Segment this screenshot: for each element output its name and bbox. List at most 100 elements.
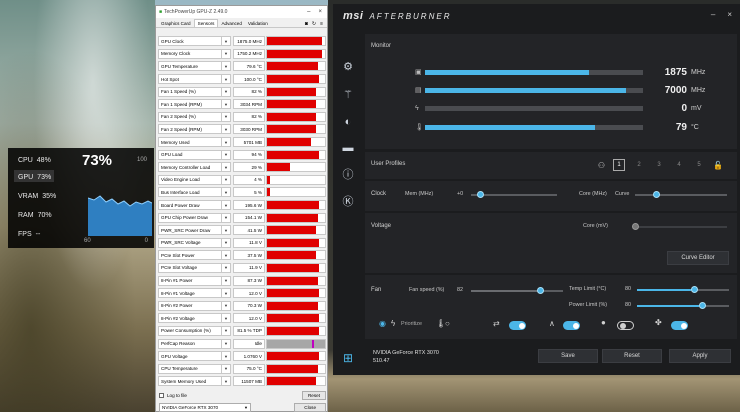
profile-4[interactable]: 4 (673, 159, 685, 171)
monitor-bar (425, 105, 643, 111)
chevron-down-icon[interactable]: ▼ (222, 300, 231, 311)
core-clock-knob[interactable] (653, 191, 660, 198)
close-icon[interactable]: × (727, 10, 732, 19)
power-limit-slider[interactable] (637, 302, 729, 309)
chevron-down-icon[interactable]: ▼ (222, 237, 231, 248)
chevron-down-icon[interactable]: ▼ (222, 137, 231, 148)
minimize-icon[interactable]: – (307, 9, 310, 15)
chevron-down-icon[interactable]: ▼ (222, 288, 231, 299)
chevron-down-icon[interactable]: ▼ (222, 36, 231, 47)
monitor-icon[interactable]: ▬ (340, 140, 356, 156)
profile-1[interactable]: 1 (613, 159, 626, 171)
chevron-down-icon[interactable]: ▼ (222, 124, 231, 135)
chevron-down-icon[interactable]: ▼ (222, 376, 231, 387)
chevron-down-icon[interactable]: ▼ (222, 262, 231, 273)
sensor-graph (266, 137, 326, 148)
gpuz-reset-button[interactable]: Reset (301, 390, 326, 400)
fan-speed-slider[interactable] (471, 287, 563, 294)
monitor-value: 7000 (664, 84, 687, 96)
chevron-down-icon[interactable]: ▼ (222, 74, 231, 85)
profile-3[interactable]: 3 (653, 159, 665, 171)
chevron-down-icon[interactable]: ▼ (222, 338, 231, 349)
curve-editor-button[interactable]: Curve Editor (667, 251, 729, 265)
kombustor-icon[interactable]: Ⓚ (340, 193, 356, 209)
core-voltage-knob[interactable] (632, 223, 639, 230)
oc-scanner-icon[interactable]: ◐ (340, 114, 356, 130)
radio-selected-icon[interactable]: ◉ (379, 319, 386, 328)
temp-limit-knob[interactable] (691, 286, 698, 293)
sensor-value: 3034 RPM (233, 99, 265, 110)
mem-clock-slider[interactable] (471, 191, 557, 198)
lock-icon[interactable]: 🔓 (713, 161, 723, 170)
chevron-down-icon[interactable]: ▼ (222, 187, 231, 198)
chevron-down-icon[interactable]: ▼ (222, 86, 231, 97)
chevron-down-icon[interactable]: ▼ (222, 325, 231, 336)
info-icon[interactable]: ⓘ (340, 166, 356, 182)
chevron-down-icon[interactable]: ▼ (222, 275, 231, 286)
clock-panel: Clock Mem (MHz) +0 Core (MHz) Curve (365, 181, 737, 211)
fan-icon: ✤ (655, 318, 662, 327)
core-voltage-slider[interactable] (632, 223, 727, 230)
user-profiles-title: User Profiles (371, 161, 406, 167)
radio-unselected-icon[interactable]: ○ (445, 319, 450, 328)
mem-mhz-label: Mem (MHz) (405, 191, 434, 197)
sensor-graph-fill (267, 314, 320, 323)
chevron-down-icon[interactable]: ▼ (222, 363, 231, 374)
temp-limit-value: 80 (625, 286, 631, 292)
auto-toggle[interactable] (563, 321, 580, 330)
chevron-down-icon[interactable]: ▼ (222, 351, 231, 362)
chevron-down-icon[interactable]: ▼ (222, 99, 231, 110)
device-select[interactable]: NVIDIA GeForce RTX 3070 ▼ (159, 402, 251, 412)
camera-icon[interactable]: ◙ (305, 21, 308, 27)
profile-2[interactable]: 2 (633, 159, 645, 171)
sensor-row: PCIe Slot Power ▼ 37.5 W (158, 249, 327, 262)
fan-toggle[interactable] (671, 321, 688, 330)
fan-speed-knob[interactable] (537, 287, 544, 294)
windows-icon[interactable]: ⊞ (340, 350, 356, 366)
user-define-toggle[interactable] (617, 321, 634, 330)
sensor-row: PerfCap Reason ▼ Idle (158, 337, 327, 350)
sensor-value: 11.9 V (233, 262, 265, 273)
tab-advanced[interactable]: Advanced (218, 20, 244, 27)
save-button[interactable]: Save (538, 349, 598, 363)
sensor-value: 79.6 °C (233, 61, 265, 72)
voltage-title: Voltage (371, 223, 392, 229)
chevron-down-icon[interactable]: ▼ (222, 200, 231, 211)
sensor-graph (266, 363, 326, 374)
reset-button[interactable]: Reset (602, 349, 662, 363)
power-limit-knob[interactable] (699, 302, 706, 309)
close-icon[interactable]: × (318, 9, 322, 15)
chevron-down-icon[interactable]: ▼ (222, 149, 231, 160)
chevron-down-icon[interactable]: ▼ (222, 212, 231, 223)
temp-limit-slider[interactable] (637, 286, 729, 293)
monitor-icon: ▤ (415, 87, 422, 94)
tab-graphics-card[interactable]: Graphics Card (158, 20, 194, 27)
chevron-down-icon[interactable]: ▼ (222, 61, 231, 72)
mem-clock-knob[interactable] (477, 191, 484, 198)
fan-panel: Fan Fan speed (%) 82 Temp Limit (°C) 80 … (365, 275, 737, 339)
sensor-graph-fill (267, 339, 325, 348)
gear-icon[interactable]: ⚙ (340, 58, 356, 74)
scanner-icon[interactable]: ⚚ (340, 86, 356, 102)
profile-5[interactable]: 5 (693, 159, 705, 171)
minimize-icon[interactable]: – (711, 10, 715, 19)
chevron-down-icon[interactable]: ▼ (222, 250, 231, 261)
tab-sensors[interactable]: Sensors (193, 19, 219, 27)
chevron-down-icon[interactable]: ▼ (222, 111, 231, 122)
chevron-down-icon[interactable]: ▼ (222, 313, 231, 324)
chevron-down-icon[interactable]: ▼ (222, 162, 231, 173)
apply-button[interactable]: Apply (669, 349, 731, 363)
afterburner-window: msi AFTERBURNER – × ⚙ ⚚ ◐ ▬ ⓘ Ⓚ ⊞ Monitor… (333, 4, 740, 375)
log-to-file-checkbox[interactable] (159, 392, 164, 398)
chevron-down-icon[interactable]: ▼ (222, 48, 231, 59)
refresh-icon[interactable]: ↻ (312, 21, 316, 27)
sensor-graph (266, 300, 326, 311)
core-clock-slider[interactable] (635, 191, 727, 198)
sync-toggle[interactable] (509, 321, 526, 330)
gpuz-close-button[interactable]: Close (294, 402, 326, 412)
chevron-down-icon[interactable]: ▼ (222, 225, 231, 236)
menu-icon[interactable]: ≡ (320, 21, 323, 27)
sensor-graph-fill (267, 251, 317, 260)
chevron-down-icon[interactable]: ▼ (222, 174, 231, 185)
tab-validation[interactable]: Validation (245, 20, 271, 27)
